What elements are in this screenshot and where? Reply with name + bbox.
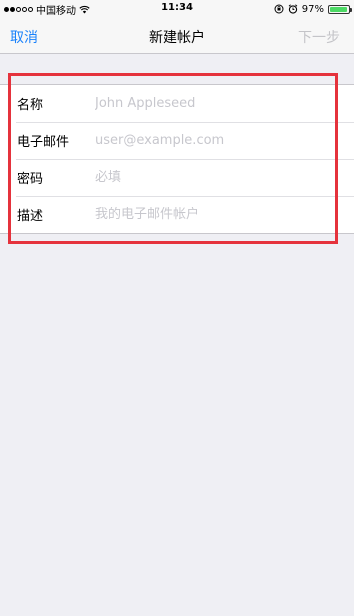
form-row-description[interactable]: 描述 <box>0 196 354 233</box>
name-field[interactable] <box>95 96 335 111</box>
battery-percent: 97% <box>301 3 324 15</box>
description-field[interactable] <box>95 207 335 222</box>
screen: 中国移动 11:34 97% 取消 新建帐户 下一步 名称 John Apple… <box>0 0 354 616</box>
status-right: 97% <box>274 2 352 16</box>
battery-level <box>330 6 348 12</box>
account-form: 名称 电子邮件 密码 描述 <box>0 84 354 234</box>
email-label: 电子邮件 <box>17 135 70 150</box>
email-field[interactable] <box>95 133 335 148</box>
navigation-bar: 取消 新建帐户 下一步 <box>0 18 354 54</box>
alarm-icon <box>288 4 298 14</box>
password-field[interactable] <box>95 170 335 185</box>
description-label: 描述 <box>17 209 44 224</box>
form-row-password[interactable]: 密码 <box>0 159 354 196</box>
status-bar: 中国移动 11:34 97% <box>0 0 354 18</box>
rotation-lock-icon <box>274 4 284 14</box>
battery-icon <box>328 4 352 14</box>
password-label: 密码 <box>17 172 44 187</box>
next-button[interactable]: 下一步 <box>298 27 340 47</box>
form-row-name[interactable]: 名称 <box>0 85 354 122</box>
form-row-email[interactable]: 电子邮件 <box>0 122 354 159</box>
name-label: 名称 <box>17 98 44 113</box>
